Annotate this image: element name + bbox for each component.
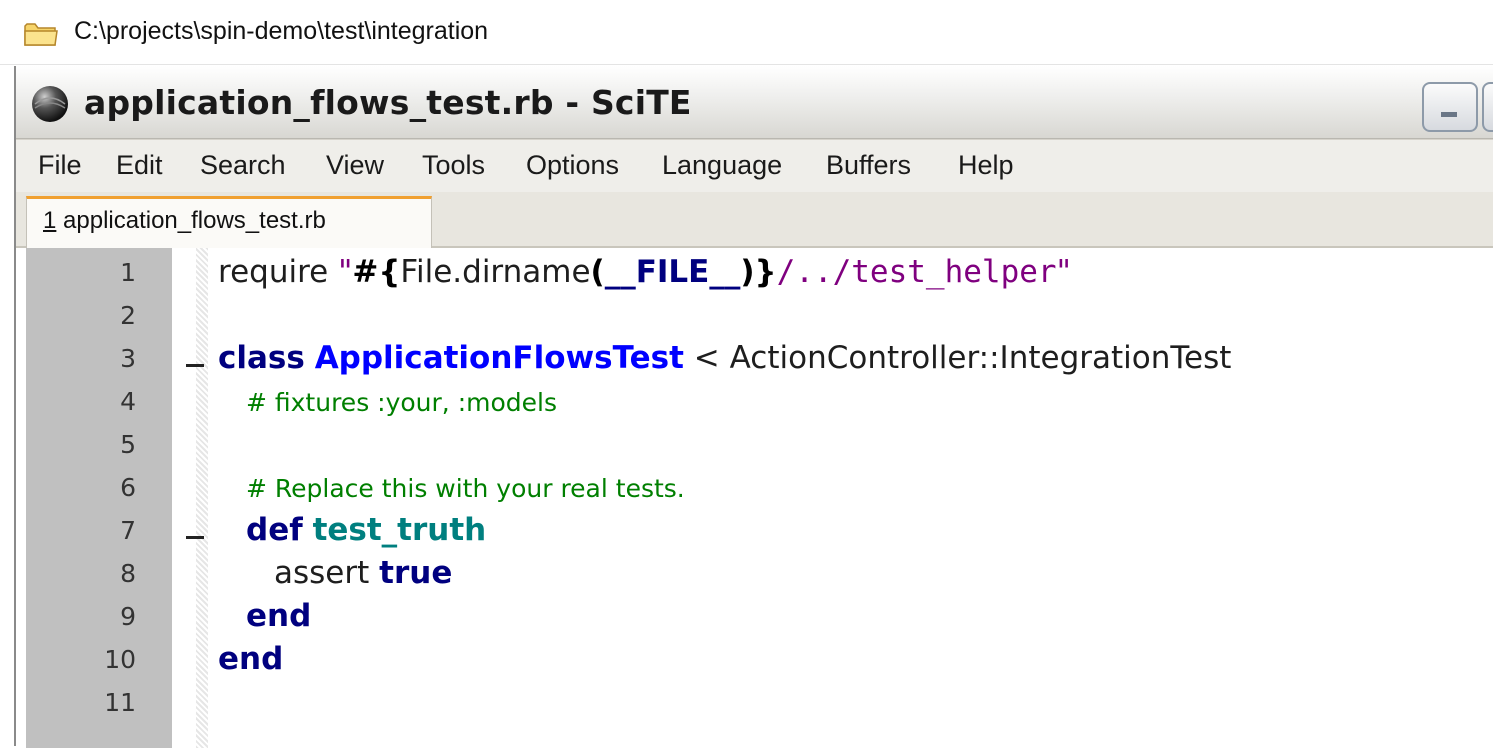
line-number: 9 — [120, 602, 136, 631]
title-bar[interactable]: application_flows_test.rb - SciTE — [16, 66, 1493, 139]
code-line-3: class ApplicationFlowsTest < ActionContr… — [218, 340, 1232, 376]
fold-collapse-icon[interactable] — [186, 364, 204, 367]
menu-file[interactable]: File — [38, 150, 82, 181]
tab-filename: application_flows_test.rb — [56, 207, 326, 234]
minimize-icon — [1441, 112, 1457, 117]
folder-path-text: C:\projects\spin-demo\test\integration — [74, 17, 489, 45]
line-number: 8 — [120, 559, 136, 588]
tab-strip: 1 application_flows_test.rb — [16, 192, 1493, 249]
folder-icon — [24, 23, 58, 46]
code-line-8: assert true — [274, 555, 453, 591]
code-line-1: require "#{File.dirname(__FILE__)}/../te… — [218, 254, 1071, 290]
line-number: 10 — [104, 645, 136, 674]
tab-index: 1 — [43, 207, 57, 234]
window-title: application_flows_test.rb - SciTE — [84, 83, 692, 122]
minimize-button[interactable] — [1422, 82, 1478, 132]
menu-edit[interactable]: Edit — [116, 150, 163, 181]
menu-search[interactable]: Search — [200, 150, 286, 181]
code-line-10: end — [218, 641, 284, 677]
code-line-4: # fixtures :your, :models — [246, 388, 557, 417]
line-number: 7 — [120, 516, 136, 545]
scite-window: application_flows_test.rb - SciTE File E… — [14, 66, 1493, 748]
line-number: 6 — [120, 473, 136, 502]
menu-bar: File Edit Search View Tools Options Lang… — [16, 140, 1493, 192]
menu-language[interactable]: Language — [662, 150, 782, 181]
menu-buffers[interactable]: Buffers — [826, 150, 911, 181]
tab-label: 1 application_flows_test.rb — [43, 207, 326, 235]
menu-help[interactable]: Help — [958, 150, 1014, 181]
line-number: 11 — [104, 688, 136, 717]
explorer-path-bar: C:\projects\spin-demo\test\integration — [0, 0, 1493, 65]
menu-view[interactable]: View — [326, 150, 384, 181]
line-number: 4 — [120, 387, 136, 416]
maximize-button[interactable] — [1482, 82, 1493, 132]
code-line-7: def test_truth — [246, 512, 487, 548]
editor-pane[interactable]: 1 2 3 4 5 6 7 8 9 10 11 require "#{File.… — [16, 248, 1493, 748]
line-number: 3 — [120, 344, 136, 373]
scite-icon — [32, 86, 68, 122]
menu-options[interactable]: Options — [526, 150, 619, 181]
code-line-6: # Replace this with your real tests. — [246, 474, 685, 503]
line-number: 5 — [120, 430, 136, 459]
tab-application-flows-test[interactable]: 1 application_flows_test.rb — [26, 196, 432, 249]
line-number: 2 — [120, 301, 136, 330]
fold-collapse-icon[interactable] — [186, 536, 204, 539]
fold-margin[interactable] — [172, 248, 216, 748]
line-number: 1 — [120, 258, 136, 287]
menu-tools[interactable]: Tools — [422, 150, 485, 181]
code-line-9: end — [246, 598, 312, 634]
